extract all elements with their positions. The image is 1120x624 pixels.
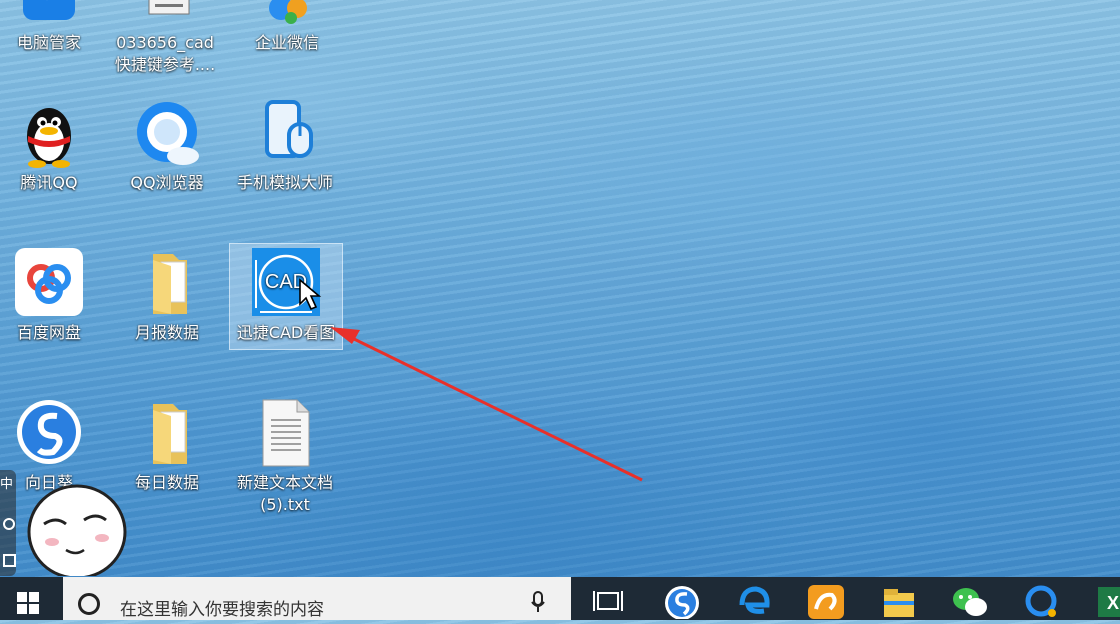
phone-emulator-icon [249,96,321,168]
icon-label: 百度网盘 [16,323,81,342]
search-placeholder[interactable]: 在这里输入你要搜索的内容 [120,595,324,620]
uc-browser-icon[interactable] [806,583,846,619]
baidu-netdisk-icon [13,246,85,318]
icon-label-line2: (5).txt [260,495,310,514]
desktop-icon-pc-manager[interactable]: 电脑管家 [0,0,105,54]
ime-skin-icon[interactable] [3,554,16,567]
folder-icon [131,246,203,318]
file-explorer-icon[interactable] [878,583,918,619]
ime-language-indicator[interactable]: 中 [0,473,13,492]
ime-settings-icon[interactable] [3,518,15,530]
ime-toolbar[interactable]: 中 [0,470,16,576]
icon-label: 企业微信 [254,33,319,52]
svg-text:X: X [1107,593,1119,613]
icon-label: 新建文本文档 [236,473,333,492]
edge-icon[interactable] [734,583,774,619]
icon-label: 迅捷CAD看图 [236,323,336,342]
qq-browser-taskbar-icon[interactable] [1022,583,1062,619]
sogou-browser-icon[interactable] [662,583,702,619]
desktop-icon-cad-shortcut-doc[interactable]: 033656_cad 快捷键参考.... [109,0,221,76]
icon-label: QQ浏览器 [130,173,204,192]
wechat-icon[interactable] [950,583,990,619]
microphone-icon[interactable] [531,591,545,613]
qq-penguin-icon [13,96,85,168]
mouse-cursor-icon [299,278,322,311]
taskbar-search-box[interactable]: 在这里输入你要搜索的内容 [63,577,571,620]
desktop-icon-new-text-document[interactable]: 新建文本文档 (5).txt [229,396,341,516]
sunlogin-icon [13,396,85,468]
pc-manager-icon [13,0,85,28]
desktop-icon-tencent-qq[interactable]: 腾讯QQ [0,96,105,194]
desktop-icon-baidu-netdisk[interactable]: 百度网盘 [0,246,105,344]
icon-label: 腾讯QQ [20,173,78,192]
icon-label: 电脑管家 [16,33,81,52]
start-button[interactable] [0,577,58,620]
text-file-icon [249,396,321,468]
desktop-icon-qq-browser[interactable]: QQ浏览器 [111,96,223,194]
cortana-icon[interactable] [78,593,100,615]
excel-icon[interactable]: X [1094,583,1120,619]
desktop-icon-xunjie-cad-viewer[interactable]: CAD 迅捷CAD看图 [229,243,343,350]
qq-browser-icon [131,96,203,168]
icon-label: 手机模拟大师 [236,173,333,192]
document-icon [129,0,201,28]
folder-icon [131,396,203,468]
desktop-icon-wecom[interactable]: 企业微信 [231,0,343,54]
cad-viewer-icon: CAD [250,246,322,318]
taskbar: 在这里输入你要搜索的内容 X [0,577,1120,620]
desktop-icon-monthly-data-folder[interactable]: 月报数据 [111,246,223,344]
icon-label: 033656_cad [116,33,214,52]
icon-label: 月报数据 [134,323,199,342]
wecom-icon [251,0,323,28]
desktop-icon-phone-emulator[interactable]: 手机模拟大师 [229,96,341,194]
windows-logo-icon [17,592,39,614]
icon-label-line2: 快捷键参考.... [114,55,216,74]
task-view-icon[interactable] [588,583,628,619]
emoji-sticker [27,484,127,576]
